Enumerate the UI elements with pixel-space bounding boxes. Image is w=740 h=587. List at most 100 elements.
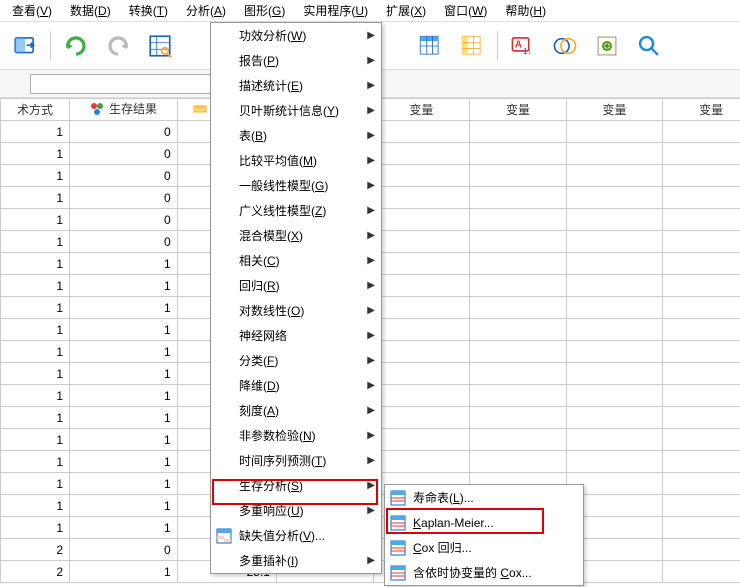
menu-item[interactable]: 比较平均值(M)▶: [211, 148, 381, 173]
cell[interactable]: 0: [70, 165, 178, 187]
col-method[interactable]: 术方式: [1, 99, 70, 121]
cell[interactable]: 0: [70, 539, 178, 561]
cell[interactable]: [663, 517, 740, 539]
cell[interactable]: 1: [1, 253, 70, 275]
menu-item[interactable]: 功效分析(W)▶: [211, 23, 381, 48]
menu-item[interactable]: Cox 回归...: [385, 535, 583, 560]
cell[interactable]: 1: [70, 473, 178, 495]
cell[interactable]: 1: [70, 297, 178, 319]
cell[interactable]: 1: [70, 253, 178, 275]
cell[interactable]: [566, 297, 663, 319]
cell[interactable]: [566, 341, 663, 363]
cell[interactable]: 0: [70, 121, 178, 143]
menu-item[interactable]: 多重插补(I)▶: [211, 548, 381, 573]
menu-item[interactable]: 相关(C)▶: [211, 248, 381, 273]
cell[interactable]: [470, 231, 567, 253]
cell[interactable]: [663, 341, 740, 363]
cell[interactable]: 2: [1, 561, 70, 583]
menu-item[interactable]: 描述统计(E)▶: [211, 73, 381, 98]
cell[interactable]: [470, 275, 567, 297]
cell[interactable]: 1: [1, 209, 70, 231]
menu-item[interactable]: 贝叶斯统计信息(Y)▶: [211, 98, 381, 123]
cell[interactable]: [663, 561, 740, 583]
cell[interactable]: [566, 143, 663, 165]
cell[interactable]: 1: [70, 495, 178, 517]
cell[interactable]: [373, 165, 470, 187]
use-sets-button[interactable]: [548, 29, 582, 63]
redo-button[interactable]: [101, 29, 135, 63]
cell[interactable]: [470, 187, 567, 209]
menu-item[interactable]: 缺失值分析(V)...: [211, 523, 381, 548]
cell[interactable]: [663, 297, 740, 319]
cell[interactable]: 1: [1, 429, 70, 451]
menu-item[interactable]: 生存分析(S)▶: [211, 473, 381, 498]
cell[interactable]: [470, 209, 567, 231]
cell[interactable]: [566, 319, 663, 341]
cell[interactable]: 1: [1, 275, 70, 297]
cell[interactable]: [663, 231, 740, 253]
goto-case-button[interactable]: [8, 29, 42, 63]
cell[interactable]: [470, 451, 567, 473]
cell[interactable]: [663, 275, 740, 297]
cell[interactable]: [470, 407, 567, 429]
col-var[interactable]: 变量: [373, 99, 470, 121]
menu-graphs[interactable]: 图形(G): [236, 0, 293, 21]
cell[interactable]: [663, 363, 740, 385]
cell[interactable]: [373, 121, 470, 143]
menu-data[interactable]: 数据(D): [62, 0, 119, 21]
cell[interactable]: [663, 451, 740, 473]
cell[interactable]: 2: [1, 539, 70, 561]
cell[interactable]: [470, 297, 567, 319]
cell[interactable]: [663, 209, 740, 231]
cell[interactable]: [566, 407, 663, 429]
cell[interactable]: [566, 363, 663, 385]
cell[interactable]: [566, 209, 663, 231]
cell[interactable]: 1: [70, 319, 178, 341]
cell[interactable]: [373, 319, 470, 341]
cell[interactable]: [566, 165, 663, 187]
cell[interactable]: [566, 451, 663, 473]
cell[interactable]: [373, 187, 470, 209]
menu-utilities[interactable]: 实用程序(U): [295, 0, 376, 21]
cell[interactable]: [470, 341, 567, 363]
cell[interactable]: [663, 165, 740, 187]
cell[interactable]: [373, 341, 470, 363]
insert-cases-button[interactable]: [413, 29, 447, 63]
menu-item[interactable]: 表(B)▶: [211, 123, 381, 148]
cell[interactable]: [373, 407, 470, 429]
menu-extensions[interactable]: 扩展(X): [378, 0, 434, 21]
undo-button[interactable]: [59, 29, 93, 63]
cell[interactable]: [663, 385, 740, 407]
col-var[interactable]: 变量: [470, 99, 567, 121]
cell[interactable]: 0: [70, 143, 178, 165]
menu-item[interactable]: 神经网络▶: [211, 323, 381, 348]
cell[interactable]: [470, 363, 567, 385]
cell[interactable]: 1: [70, 561, 178, 583]
cell[interactable]: [470, 121, 567, 143]
cell[interactable]: [373, 363, 470, 385]
cell[interactable]: 1: [1, 187, 70, 209]
cell[interactable]: [373, 275, 470, 297]
menu-item[interactable]: 回归(R)▶: [211, 273, 381, 298]
cell[interactable]: 1: [1, 297, 70, 319]
cell[interactable]: 1: [1, 385, 70, 407]
col-survival-result[interactable]: 生存结果: [70, 99, 178, 121]
menu-item[interactable]: 分类(F)▶: [211, 348, 381, 373]
cell[interactable]: [663, 143, 740, 165]
cell[interactable]: [373, 143, 470, 165]
value-labels-button[interactable]: A1↓: [506, 29, 540, 63]
cell[interactable]: [373, 385, 470, 407]
menu-item[interactable]: 对数线性(O)▶: [211, 298, 381, 323]
cell[interactable]: [663, 407, 740, 429]
menu-transform[interactable]: 转换(T): [121, 0, 176, 21]
menu-item[interactable]: 混合模型(X)▶: [211, 223, 381, 248]
search-button[interactable]: [632, 29, 666, 63]
cell[interactable]: 1: [1, 495, 70, 517]
cell[interactable]: 1: [70, 341, 178, 363]
cell[interactable]: 1: [1, 451, 70, 473]
cell[interactable]: 1: [1, 143, 70, 165]
cell[interactable]: [566, 275, 663, 297]
menu-item[interactable]: 广义线性模型(Z)▶: [211, 198, 381, 223]
col-var[interactable]: 变量: [663, 99, 740, 121]
cell[interactable]: 1: [1, 363, 70, 385]
